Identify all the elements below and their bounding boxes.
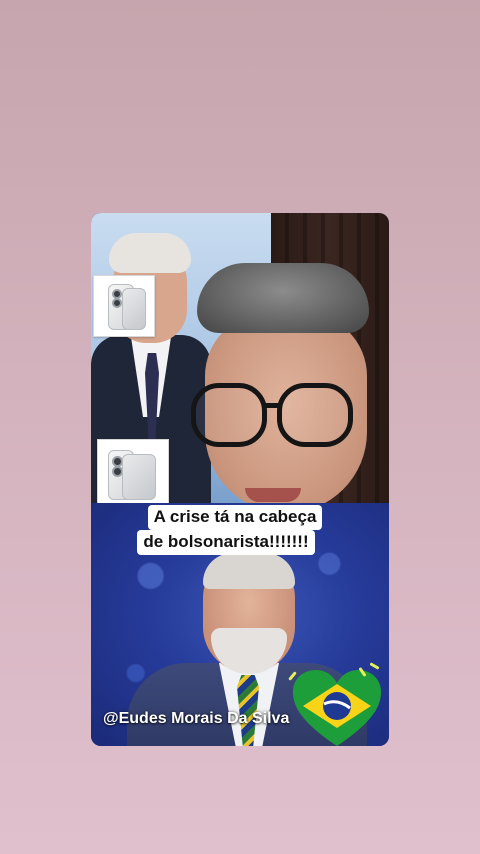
commentator-hair [197, 263, 369, 333]
glasses-left-lens [191, 383, 267, 447]
commentator-figure [191, 253, 381, 503]
smartphone-sticker [93, 275, 155, 337]
author-watermark: @Eudes Morais Da Silva [103, 710, 290, 727]
caption-line-1: A crise tá na cabeça [147, 505, 323, 530]
host-hair [109, 233, 191, 273]
smartphone-icon [122, 288, 146, 330]
caption-block: A crise tá na cabeça de bolsonarista!!!!… [91, 505, 389, 555]
glasses-right-lens [277, 383, 353, 447]
video-top-panel [91, 213, 389, 503]
caption-line-2: de bolsonarista!!!!!!! [137, 530, 315, 555]
smartphone-icon [122, 454, 156, 500]
story-video-card[interactable]: A crise tá na cabeça de bolsonarista!!!!… [91, 213, 389, 746]
smartphone-sticker [97, 439, 169, 503]
commentator-mouth [245, 488, 301, 502]
speaker-hair [203, 553, 295, 589]
brazil-flag-heart-icon [293, 670, 381, 746]
